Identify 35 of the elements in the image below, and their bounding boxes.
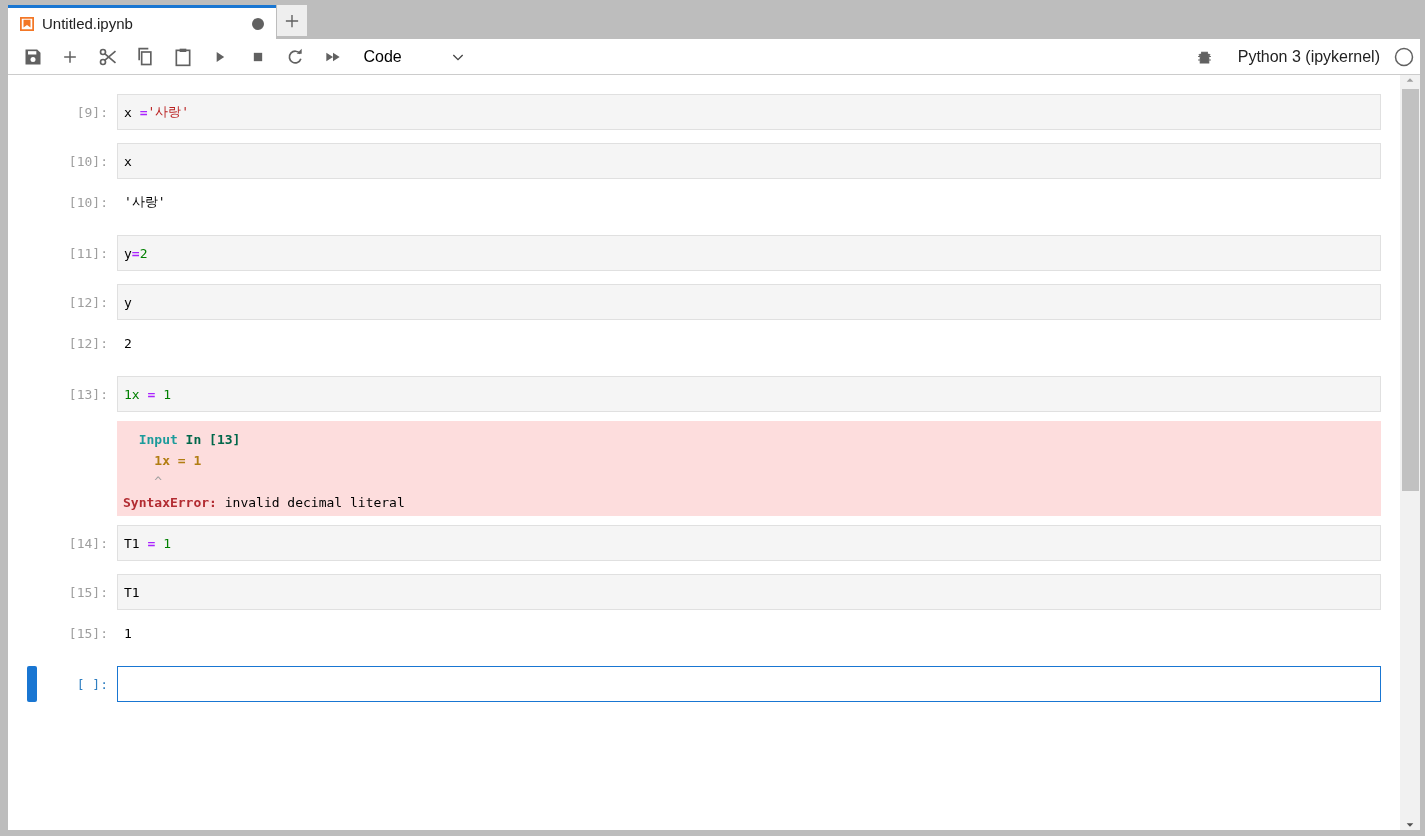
notebook-tab[interactable]: Untitled.ipynb <box>8 5 276 39</box>
code-cell-editor[interactable]: T1 <box>117 574 1381 610</box>
code-cell-editor[interactable]: x <box>117 143 1381 179</box>
input-prompt: [14]: <box>67 535 109 551</box>
active-cell-marker <box>27 666 37 702</box>
kernel-name[interactable]: Python 3 (ipykernel) <box>1237 47 1380 66</box>
cell-type-dropdown[interactable]: Code <box>359 42 470 71</box>
cell-output: '사랑' <box>123 193 167 211</box>
code-cell-editor[interactable]: T1 = 1 <box>117 525 1381 561</box>
cut-icon <box>97 46 118 67</box>
error-output: Input In [13] 1x = 1 ^ SyntaxError: invalid decimal literal <box>117 421 1381 516</box>
input-prompt: [15]: <box>67 584 109 600</box>
notebook-icon <box>20 16 34 31</box>
unsaved-dot-icon[interactable] <box>252 17 264 30</box>
input-prompt: [12]: <box>67 294 109 310</box>
input-prompt: [11]: <box>67 245 109 261</box>
plus-icon <box>285 13 299 28</box>
input-prompt: [9]: <box>75 104 109 120</box>
output-prompt: [10]: <box>67 194 109 210</box>
input-prompt: [ ]: <box>75 676 109 692</box>
output-prompt: [12]: <box>67 335 109 351</box>
output-prompt: [15]: <box>67 625 109 641</box>
cell-output: 1 <box>123 625 133 641</box>
code-cell-editor[interactable]: y=2 <box>117 235 1381 271</box>
new-tab-button[interactable] <box>277 5 307 36</box>
code-cell-editor[interactable]: 1x = 1 <box>117 376 1381 412</box>
code-cell-editor[interactable]: y <box>117 284 1381 320</box>
scrollbar-thumb[interactable] <box>1401 89 1419 491</box>
input-prompt: [10]: <box>67 153 109 169</box>
input-prompt: [13]: <box>67 386 109 402</box>
code-cell-editor[interactable]: x ='사랑' <box>117 94 1381 130</box>
cell-output: 2 <box>123 335 133 351</box>
scrollbar[interactable] <box>1400 75 1420 830</box>
tab-title: Untitled.ipynb <box>42 15 134 32</box>
code-cell-editor[interactable] <box>117 666 1381 702</box>
